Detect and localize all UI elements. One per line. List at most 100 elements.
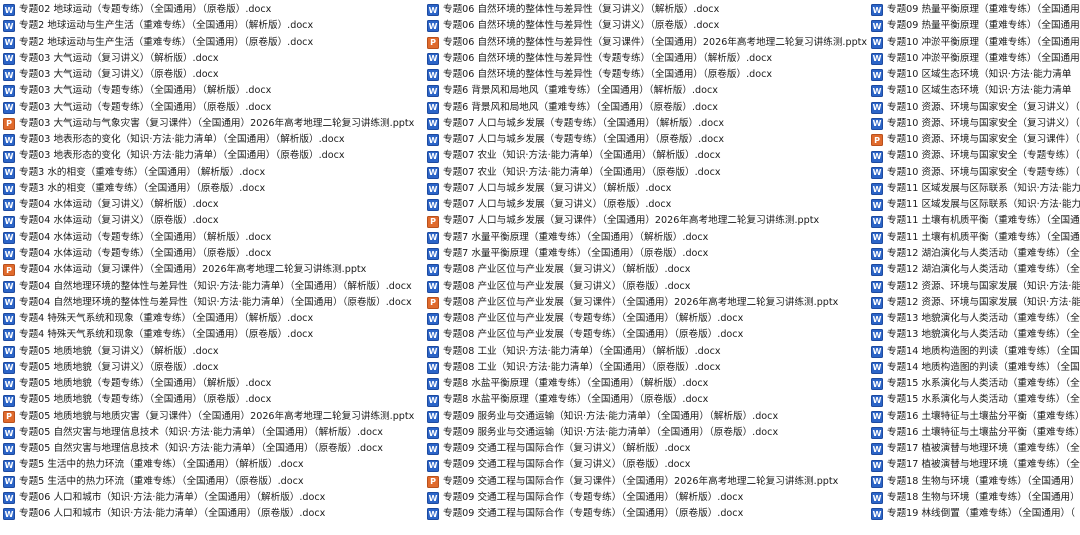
file-item[interactable]: 专题09 热量平衡原理（重难专练）（全国通用	[871, 2, 1080, 18]
file-item[interactable]: 专题10 冲淤平衡原理（重难专练）（全国通用	[871, 51, 1080, 67]
file-item[interactable]: 专题13 地貌演化与人类活动（重难专练）（全	[871, 327, 1080, 343]
file-item[interactable]: 专题05 地质地貌（复习讲义）（原卷版）.docx	[3, 360, 425, 376]
file-item[interactable]: 专题15 水系演化与人类活动（重难专练）（全	[871, 376, 1080, 392]
file-item[interactable]: 专题04 水体运动（复习讲义）（解析版）.docx	[3, 197, 425, 213]
file-item[interactable]: 专题05 地质地貌（复习讲义）（解析版）.docx	[3, 344, 425, 360]
file-item[interactable]: 专题05 地质地貌（专题专练）（全国通用）（原卷版）.docx	[3, 392, 425, 408]
file-item[interactable]: 专题8 水盐平衡原理（重难专练）（全国通用）（解析版）.docx	[427, 376, 869, 392]
file-item[interactable]: 专题5 生活中的热力环流（重难专练）（全国通用）（解析版）.docx	[3, 457, 425, 473]
file-name: 专题09 服务业与交通运输（知识·方法·能力清单）（全国通用）（原卷版）.doc…	[443, 426, 779, 438]
file-item[interactable]: 专题7 水量平衡原理（重难专练）（全国通用）（原卷版）.docx	[427, 246, 869, 262]
file-item[interactable]: 专题11 土壤有机质平衡（重难专练）（全国通	[871, 213, 1080, 229]
file-item[interactable]: 专题07 农业（知识·方法·能力清单）（全国通用）（原卷版）.docx	[427, 165, 869, 181]
file-item[interactable]: 专题04 水体运动（复习讲义）（原卷版）.docx	[3, 213, 425, 229]
file-item[interactable]: 专题04 自然地理环境的整体性与差异性（知识·方法·能力清单）（全国通用）（原卷…	[3, 295, 425, 311]
file-item[interactable]: 专题04 水体运动（专题专练）（全国通用）（原卷版）.docx	[3, 246, 425, 262]
file-item[interactable]: 专题05 地质地貌与地质灾害（复习课件）（全国通用）2026年高考地理二轮复习讲…	[3, 409, 425, 425]
file-item[interactable]: 专题09 交通工程与国际合作（专题专练）（全国通用）（解析版）.docx	[427, 490, 869, 506]
file-item[interactable]: 专题19 林线倒置（重难专练）（全国通用）（	[871, 506, 1080, 522]
file-item[interactable]: 专题04 自然地理环境的整体性与差异性（知识·方法·能力清单）（全国通用）（解析…	[3, 279, 425, 295]
file-item[interactable]: 专题10 区域生态环境（知识·方法·能力清单	[871, 83, 1080, 99]
file-item[interactable]: 专题08 工业（知识·方法·能力清单）（全国通用）（解析版）.docx	[427, 344, 869, 360]
file-item[interactable]: 专题08 工业（知识·方法·能力清单）（全国通用）（原卷版）.docx	[427, 360, 869, 376]
file-item[interactable]: 专题10 冲淤平衡原理（重难专练）（全国通用	[871, 35, 1080, 51]
file-item[interactable]: 专题09 交通工程与国际合作（专题专练）（全国通用）（原卷版）.docx	[427, 506, 869, 522]
file-item[interactable]: 专题08 产业区位与产业发展（复习讲义）（原卷版）.docx	[427, 279, 869, 295]
file-item[interactable]: 专题06 自然环境的整体性与差异性（专题专练）（全国通用）（解析版）.docx	[427, 51, 869, 67]
file-item[interactable]: 专题05 自然灾害与地理信息技术（知识·方法·能力清单）（全国通用）（解析版）.…	[3, 425, 425, 441]
file-item[interactable]: 专题12 湖泊演化与人类活动（重难专练）（全	[871, 262, 1080, 278]
file-item[interactable]: 专题09 服务业与交通运输（知识·方法·能力清单）（全国通用）（原卷版）.doc…	[427, 425, 869, 441]
file-item[interactable]: 专题12 资源、环境与国家发展（知识·方法·能力	[871, 279, 1080, 295]
file-item[interactable]: 专题3 水的相变（重难专练）（全国通用）（解析版）.docx	[3, 165, 425, 181]
file-item[interactable]: 专题08 产业区位与产业发展（专题专练）（全国通用）（原卷版）.docx	[427, 327, 869, 343]
file-item[interactable]: 专题07 农业（知识·方法·能力清单）（全国通用）（解析版）.docx	[427, 148, 869, 164]
file-item[interactable]: 专题06 自然环境的整体性与差异性（复习讲义）（解析版）.docx	[427, 2, 869, 18]
file-item[interactable]: 专题08 产业区位与产业发展（专题专练）（全国通用）（解析版）.docx	[427, 311, 869, 327]
file-item[interactable]: 专题12 湖泊演化与人类活动（重难专练）（全	[871, 246, 1080, 262]
file-item[interactable]: 专题04 水体运动（专题专练）（全国通用）（解析版）.docx	[3, 230, 425, 246]
file-item[interactable]: 专题12 资源、环境与国家发展（知识·方法·能力	[871, 295, 1080, 311]
file-item[interactable]: 专题04 水体运动（复习课件）（全国通用）2026年高考地理二轮复习讲练测.pp…	[3, 262, 425, 278]
file-item[interactable]: 专题02 地球运动（专题专练）（全国通用）（原卷版）.docx	[3, 2, 425, 18]
file-item[interactable]: 专题15 水系演化与人类活动（重难专练）（全	[871, 392, 1080, 408]
file-item[interactable]: 专题16 土壤特征与土壤盐分平衡（重难专练）	[871, 425, 1080, 441]
file-item[interactable]: 专题08 产业区位与产业发展（复习讲义）（解析版）.docx	[427, 262, 869, 278]
file-item[interactable]: 专题4 特殊天气系统和现象（重难专练）（全国通用）（解析版）.docx	[3, 311, 425, 327]
file-item[interactable]: 专题07 人口与城乡发展（复习讲义）（原卷版）.docx	[427, 197, 869, 213]
file-item[interactable]: 专题10 资源、环境与国家安全（复习讲义）（	[871, 116, 1080, 132]
file-item[interactable]: 专题10 资源、环境与国家安全（专题专练）（	[871, 165, 1080, 181]
word-document-icon	[427, 150, 439, 163]
file-item[interactable]: 专题10 资源、环境与国家安全（复习讲义）（	[871, 100, 1080, 116]
file-item[interactable]: 专题06 自然环境的整体性与差异性（复习课件）（全国通用）2026年高考地理二轮…	[427, 35, 869, 51]
file-item[interactable]: 专题10 资源、环境与国家安全（复习课件）（	[871, 132, 1080, 148]
file-item[interactable]: 专题8 水盐平衡原理（重难专练）（全国通用）（原卷版）.docx	[427, 392, 869, 408]
file-item[interactable]: 专题10 资源、环境与国家安全（专题专练）（	[871, 148, 1080, 164]
file-item[interactable]: 专题18 生物与环境（重难专练）（全国通用）	[871, 474, 1080, 490]
file-item[interactable]: 专题09 交通工程与国际合作（复习讲义）（原卷版）.docx	[427, 457, 869, 473]
file-item[interactable]: 专题07 人口与城乡发展（专题专练）（全国通用）（原卷版）.docx	[427, 132, 869, 148]
file-item[interactable]: 专题05 自然灾害与地理信息技术（知识·方法·能力清单）（全国通用）（原卷版）.…	[3, 441, 425, 457]
file-item[interactable]: 专题03 大气运动（专题专练）（全国通用）（解析版）.docx	[3, 83, 425, 99]
file-item[interactable]: 专题05 地质地貌（专题专练）（全国通用）（解析版）.docx	[3, 376, 425, 392]
file-item[interactable]: 专题11 土壤有机质平衡（重难专练）（全国通	[871, 230, 1080, 246]
file-item[interactable]: 专题5 生活中的热力环流（重难专练）（全国通用）（原卷版）.docx	[3, 474, 425, 490]
file-item[interactable]: 专题06 人口和城市（知识·方法·能力清单）（全国通用）（解析版）.docx	[3, 490, 425, 506]
file-item[interactable]: 专题09 交通工程与国际合作（复习课件）（全国通用）2026年高考地理二轮复习讲…	[427, 474, 869, 490]
file-item[interactable]: 专题07 人口与城乡发展（复习讲义）（解析版）.docx	[427, 181, 869, 197]
file-item[interactable]: 专题2 地球运动与生产生活（重难专练）（全国通用）（原卷版）.docx	[3, 35, 425, 51]
file-item[interactable]: 专题07 人口与城乡发展（专题专练）（全国通用）（解析版）.docx	[427, 116, 869, 132]
file-item[interactable]: 专题06 自然环境的整体性与差异性（专题专练）（全国通用）（原卷版）.docx	[427, 67, 869, 83]
file-name: 专题18 生物与环境（重难专练）（全国通用）	[887, 491, 1080, 503]
file-item[interactable]: 专题11 区域发展与区际联系（知识·方法·能力	[871, 197, 1080, 213]
file-item[interactable]: 专题06 人口和城市（知识·方法·能力清单）（全国通用）（原卷版）.docx	[3, 506, 425, 522]
file-item[interactable]: 专题03 大气运动（专题专练）（全国通用）（原卷版）.docx	[3, 100, 425, 116]
file-item[interactable]: 专题7 水量平衡原理（重难专练）（全国通用）（解析版）.docx	[427, 230, 869, 246]
file-item[interactable]: 专题03 大气运动与气象灾害（复习课件）（全国通用）2026年高考地理二轮复习讲…	[3, 116, 425, 132]
file-item[interactable]: 专题17 植被演替与地理环境（重难专练）（全	[871, 457, 1080, 473]
file-item[interactable]: 专题07 人口与城乡发展（复习课件）（全国通用）2026年高考地理二轮复习讲练测…	[427, 213, 869, 229]
file-item[interactable]: 专题13 地貌演化与人类活动（重难专练）（全	[871, 311, 1080, 327]
word-document-icon	[871, 296, 883, 309]
file-item[interactable]: 专题08 产业区位与产业发展（复习课件）（全国通用）2026年高考地理二轮复习讲…	[427, 295, 869, 311]
file-item[interactable]: 专题18 生物与环境（重难专练）（全国通用）	[871, 490, 1080, 506]
file-item[interactable]: 专题16 土壤特征与土壤盐分平衡（重难专练）	[871, 409, 1080, 425]
file-item[interactable]: 专题09 热量平衡原理（重难专练）（全国通用	[871, 18, 1080, 34]
file-item[interactable]: 专题6 背景风和局地风（重难专练）（全国通用）（解析版）.docx	[427, 83, 869, 99]
file-item[interactable]: 专题03 大气运动（复习讲义）（解析版）.docx	[3, 51, 425, 67]
file-item[interactable]: 专题6 背景风和局地风（重难专练）（全国通用）（原卷版）.docx	[427, 100, 869, 116]
file-item[interactable]: 专题03 大气运动（复习讲义）（原卷版）.docx	[3, 67, 425, 83]
file-item[interactable]: 专题09 交通工程与国际合作（复习讲义）（解析版）.docx	[427, 441, 869, 457]
file-item[interactable]: 专题3 水的相变（重难专练）（全国通用）（原卷版）.docx	[3, 181, 425, 197]
file-item[interactable]: 专题06 自然环境的整体性与差异性（复习讲义）（原卷版）.docx	[427, 18, 869, 34]
file-item[interactable]: 专题14 地质构造图的判读（重难专练）（全国	[871, 344, 1080, 360]
file-item[interactable]: 专题09 服务业与交通运输（知识·方法·能力清单）（全国通用）（解析版）.doc…	[427, 409, 869, 425]
file-item[interactable]: 专题03 地表形态的变化（知识·方法·能力清单）（全国通用）（原卷版）.docx	[3, 148, 425, 164]
file-item[interactable]: 专题2 地球运动与生产生活（重难专练）（全国通用）（解析版）.docx	[3, 18, 425, 34]
file-item[interactable]: 专题03 地表形态的变化（知识·方法·能力清单）（全国通用）（解析版）.docx	[3, 132, 425, 148]
file-item[interactable]: 专题4 特殊天气系统和现象（重难专练）（全国通用）（原卷版）.docx	[3, 327, 425, 343]
file-item[interactable]: 专题17 植被演替与地理环境（重难专练）（全	[871, 441, 1080, 457]
file-item[interactable]: 专题10 区域生态环境（知识·方法·能力清单	[871, 67, 1080, 83]
file-item[interactable]: 专题11 区域发展与区际联系（知识·方法·能力	[871, 181, 1080, 197]
file-item[interactable]: 专题14 地质构造图的判读（重难专练）（全国	[871, 360, 1080, 376]
